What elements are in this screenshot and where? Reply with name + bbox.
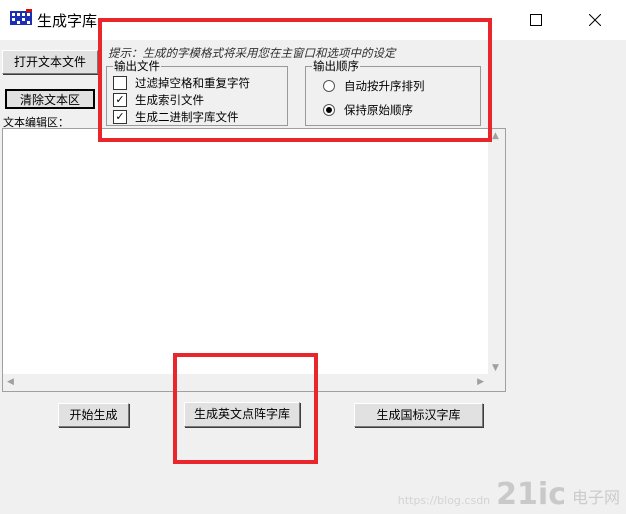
watermark-logo: 21ic — [496, 477, 566, 512]
watermark: https://blog.csdn 21ic 电子网 — [398, 480, 620, 510]
open-text-file-button[interactable]: 打开文本文件 — [2, 50, 98, 74]
maximize-button[interactable] — [513, 0, 559, 40]
scroll-left-icon[interactable]: ◀ — [7, 377, 14, 387]
maximize-icon — [530, 14, 542, 26]
highlight-box — [98, 18, 492, 142]
generate-gb-font-button[interactable]: 生成国标汉字库 — [354, 403, 483, 427]
window-title: 生成字库 — [37, 12, 98, 30]
start-generate-button[interactable]: 开始生成 — [58, 403, 129, 427]
close-button[interactable] — [572, 0, 618, 40]
scroll-up-icon[interactable]: ▲ — [492, 131, 499, 141]
scroll-down-icon[interactable]: ▼ — [492, 363, 499, 373]
watermark-url: https://blog.csdn — [397, 494, 491, 507]
close-icon — [589, 14, 601, 26]
scroll-corner — [488, 374, 505, 391]
watermark-text: 电子网 — [571, 488, 620, 507]
clear-text-button[interactable]: 清除文本区 — [5, 89, 95, 109]
vertical-scrollbar[interactable]: ▲ ▼ — [488, 129, 505, 375]
highlight-box — [173, 353, 318, 464]
scroll-right-icon[interactable]: ▶ — [477, 377, 484, 387]
app-grid-icon — [10, 9, 32, 25]
